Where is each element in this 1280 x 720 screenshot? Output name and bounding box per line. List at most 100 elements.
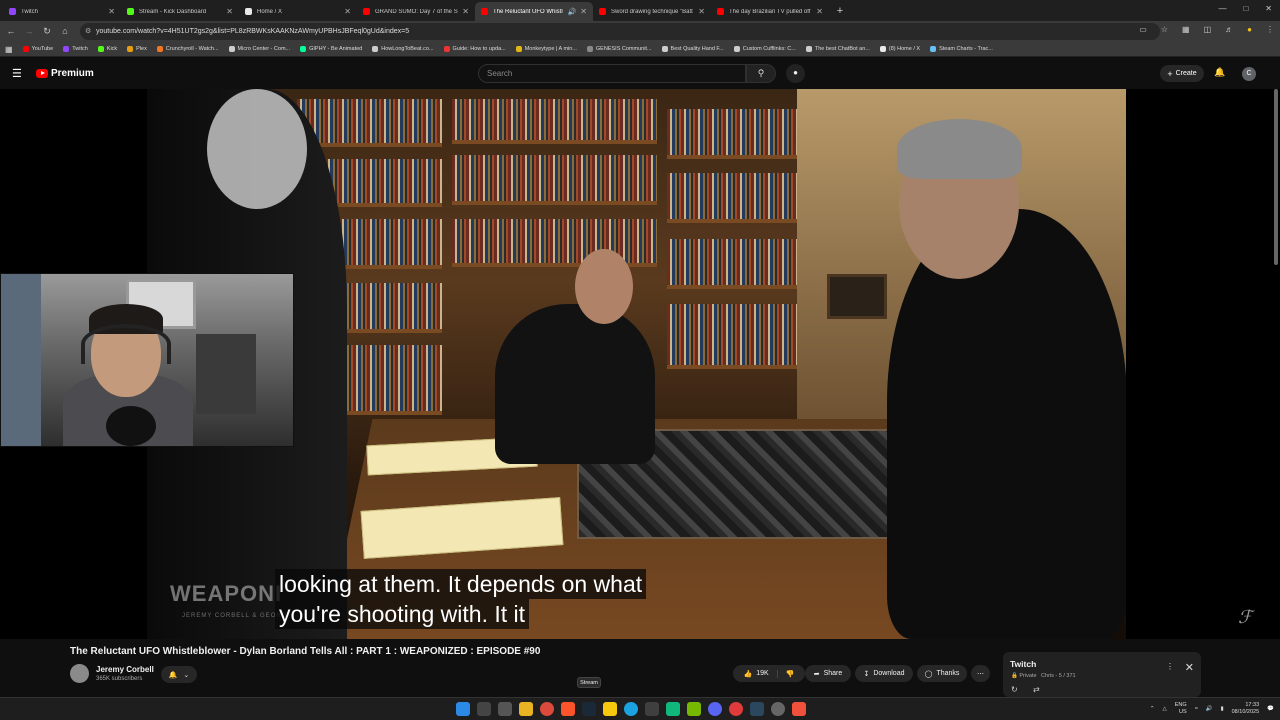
nvidia-icon[interactable] (687, 702, 701, 716)
browser-tab[interactable]: Home / X ✕ (239, 2, 357, 21)
sidebar-icon[interactable]: ◫ (1204, 25, 1212, 34)
browser-tab[interactable]: Stream - Kick Dashboard ✕ (121, 2, 239, 21)
browser-tab[interactable]: GRAND SUMO: Day 7 of the Se ✕ (357, 2, 475, 21)
bookmark-item[interactable]: Monkeytype | A min... (515, 46, 577, 52)
reload-icon[interactable]: ↻ (38, 26, 56, 37)
tab-close-icon[interactable]: ✕ (226, 7, 233, 16)
bookmark-item[interactable]: Steam Charts - Trac... (930, 46, 993, 52)
battery-icon[interactable]: ▮ (1221, 706, 1224, 712)
tab-close-icon[interactable]: ✕ (108, 7, 115, 16)
browser-tab[interactable]: The Reluctant UFO Whistl 🔊 ✕ (475, 2, 593, 21)
bookmark-star-icon[interactable]: ☆ (1161, 25, 1168, 34)
bookmark-item[interactable]: Crunchyroll - Watch... (156, 46, 219, 52)
language-indicator[interactable]: ENG US (1175, 702, 1187, 716)
tab-close-icon[interactable]: ✕ (816, 7, 823, 16)
more-actions-button[interactable]: ⋯ (971, 665, 990, 682)
bookmark-item[interactable]: Best Quality Hand F... (661, 46, 724, 52)
bookmark-item[interactable]: The best ChatBot an... (805, 46, 870, 52)
bookmark-item[interactable]: Micro Center - Com... (228, 46, 290, 52)
thanks-button[interactable]: ◯ Thanks (917, 665, 967, 682)
bookmark-item[interactable]: YouTube (22, 46, 53, 52)
scrollbar-thumb[interactable] (1274, 89, 1278, 265)
task-view-icon[interactable] (498, 702, 512, 716)
discord-icon[interactable] (708, 702, 722, 716)
edge-icon[interactable] (624, 702, 638, 716)
dislike-button[interactable]: 👎 (778, 670, 795, 678)
wifi-icon[interactable]: ≈ (1195, 706, 1198, 712)
tray-app-icon[interactable]: △ (1163, 706, 1167, 712)
audio-playing-icon[interactable]: 🔊 (568, 8, 577, 16)
tab-close-icon[interactable]: ✕ (462, 7, 469, 16)
browser-tab[interactable]: The day Brazilian TV pulled off ✕ (711, 2, 829, 21)
close-window-icon[interactable]: ✕ (1265, 4, 1272, 13)
windows-taskbar: ⌃ △ ENG US ≈ 🔊 ▮ 17:33 08/10/2025 💬 (0, 697, 1280, 720)
search-input[interactable]: Search (478, 64, 746, 83)
obs-icon[interactable] (729, 702, 743, 716)
browser-tab[interactable]: Sword drawing technique "Batt ✕ (593, 2, 711, 21)
subscription-notification-button[interactable]: 🔔 ⌄ (161, 666, 197, 683)
site-info-icon[interactable]: ⚙ (85, 27, 91, 35)
maximize-icon[interactable]: □ (1243, 4, 1248, 13)
browser-tab[interactable]: Twitch ✕ (3, 2, 121, 21)
tab-close-icon[interactable]: ✕ (698, 7, 705, 16)
shuffle-icon[interactable]: ⇄ (1033, 685, 1040, 694)
channel-avatar[interactable] (70, 664, 89, 683)
tray-chevron-icon[interactable]: ⌃ (1150, 706, 1155, 712)
xbox-icon[interactable] (666, 702, 680, 716)
back-icon[interactable]: ← (2, 26, 20, 37)
brave-alt-icon[interactable] (792, 702, 806, 716)
create-button[interactable]: + Create (1160, 65, 1204, 82)
brave-icon[interactable] (561, 702, 575, 716)
bookmark-item[interactable]: Custom Cufflinks: C... (733, 46, 796, 52)
channel-name[interactable]: Jeremy Corbell (96, 665, 154, 674)
bookmark-item[interactable]: HowLongToBeat.co... (372, 46, 434, 52)
media-icon[interactable]: ♬ (1225, 25, 1233, 34)
file-explorer-icon[interactable] (519, 702, 533, 716)
apps-icon[interactable]: ▦ (5, 45, 13, 54)
taskbar-search-icon[interactable] (477, 702, 491, 716)
windows-start-icon[interactable] (456, 702, 470, 716)
guide-menu-icon[interactable]: ☰ (12, 67, 22, 80)
tab-close-icon[interactable]: ✕ (580, 7, 587, 16)
chevron-down-icon: ⌄ (183, 671, 190, 679)
panel-close-icon[interactable]: ✕ (1185, 661, 1194, 674)
steam-alt-icon[interactable] (750, 702, 764, 716)
like-button[interactable]: 👍 19K (744, 669, 778, 678)
bookmark-item[interactable]: Kick (97, 46, 117, 52)
chrome-icon[interactable] (540, 702, 554, 716)
bookmark-item[interactable]: GENESIS Communit... (586, 46, 652, 52)
notes-icon[interactable] (603, 702, 617, 716)
page-scrollbar[interactable] (1274, 89, 1278, 649)
loop-icon[interactable]: ↻ (1011, 685, 1018, 694)
search-button[interactable]: ⚲ (746, 64, 776, 83)
minimize-icon[interactable]: — (1218, 4, 1226, 13)
bookmark-item[interactable]: Twitch (63, 46, 88, 52)
voice-search-button[interactable]: ● (786, 64, 805, 83)
home-icon[interactable]: ⌂ (56, 26, 74, 37)
menu-dots-icon[interactable]: ⋮ (1266, 25, 1274, 34)
notifications-bell-icon[interactable]: 🔔 (1214, 67, 1225, 78)
new-tab-button[interactable]: + (833, 5, 847, 17)
bookmark-item[interactable]: Guide: How to upda... (443, 46, 506, 52)
bookmark-item[interactable]: Plex (127, 46, 147, 52)
share-button[interactable]: ➦ Share (805, 665, 851, 682)
download-button[interactable]: ↧ Download (855, 665, 913, 682)
cast-icon[interactable]: ▭ (1139, 25, 1147, 34)
volume-icon[interactable]: 🔊 (1206, 706, 1213, 712)
app-icon[interactable] (645, 702, 659, 716)
account-avatar[interactable]: C (1242, 67, 1256, 81)
extensions-icon[interactable]: ▦ (1182, 25, 1190, 34)
notifications-icon[interactable]: 💬 (1267, 706, 1274, 712)
video-player[interactable]: WEAPONI JEREMY CORBELL & GEORG looking a… (0, 89, 1280, 639)
github-icon[interactable] (771, 702, 785, 716)
forward-icon[interactable]: → (20, 26, 38, 37)
url-field[interactable]: ⚙ youtube.com/watch?v=4H51UT2gs2g&list=P… (80, 23, 1160, 40)
youtube-premium-logo[interactable]: Premium (36, 68, 94, 79)
steam-icon[interactable] (582, 702, 596, 716)
bookmark-item[interactable]: (8) Home / X (879, 46, 920, 52)
taskbar-clock[interactable]: 17:33 08/10/2025 (1232, 702, 1260, 716)
panel-more-icon[interactable]: ⋮ (1166, 662, 1174, 671)
tab-close-icon[interactable]: ✕ (344, 7, 351, 16)
bookmark-item[interactable]: GIPHY - Be Animated (300, 46, 362, 52)
profile-icon[interactable]: ● (1247, 25, 1252, 34)
